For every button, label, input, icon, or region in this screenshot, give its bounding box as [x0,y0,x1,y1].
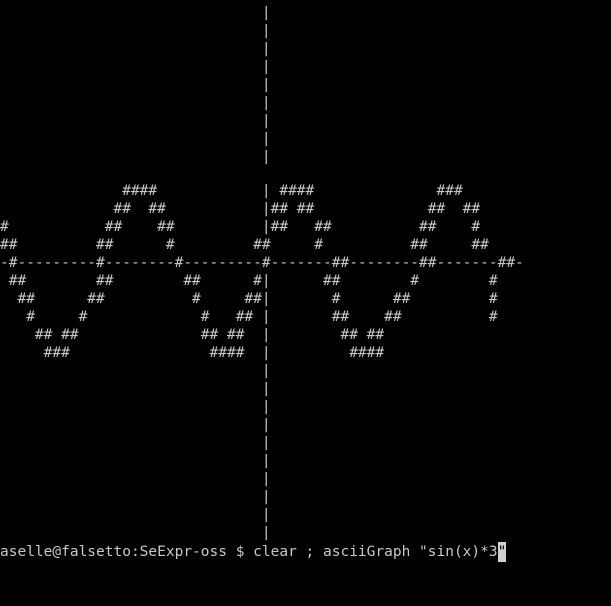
output-line: | [0,113,271,129]
terminal-window[interactable]: | | | | | | | | | #### | #### ### ## ## … [0,0,611,606]
graph-line: #### | #### ### [0,183,463,199]
output-line: | [0,471,271,487]
output-line: | [0,507,271,523]
command-prompt[interactable]: aselle@falsetto:SeExpr-oss $ clear ; asc… [0,542,507,562]
output-line: | [0,381,271,397]
output-line: | [0,77,271,93]
output-line: | [0,59,271,75]
output-line: | [0,23,271,39]
text-cursor: " [497,542,507,562]
graph-line: ### #### | #### [0,345,385,361]
output-line: | [0,41,271,57]
output-line: | [0,489,271,505]
output-line: | [0,95,271,111]
prompt-text: aselle@falsetto:SeExpr-oss $ clear ; asc… [0,544,498,560]
output-line: | [0,525,271,541]
output-line: | [0,417,271,433]
graph-line: # ## ## |## ## ## # [0,219,481,235]
graph-line: ## ## ## #| ## # # [0,273,498,289]
output-line: | [0,5,271,21]
output-line: | [0,435,271,451]
output-line: | [0,363,271,379]
output-line: | [0,453,271,469]
output-line: | [0,131,271,147]
graph-x-axis-line: -#---------#--------#---------#-------##… [0,255,524,271]
graph-line: # # # ## | ## ## # [0,309,498,325]
graph-line: ## ## |## ## ## ## [0,201,481,217]
output-line: | [0,149,271,165]
graph-line: ## ## # ## # ## ## [0,237,489,253]
output-line: | [0,399,271,415]
graph-line: ## ## # ##| # ## # [0,291,498,307]
graph-line: ## ## ## ## | ## ## [0,327,385,343]
